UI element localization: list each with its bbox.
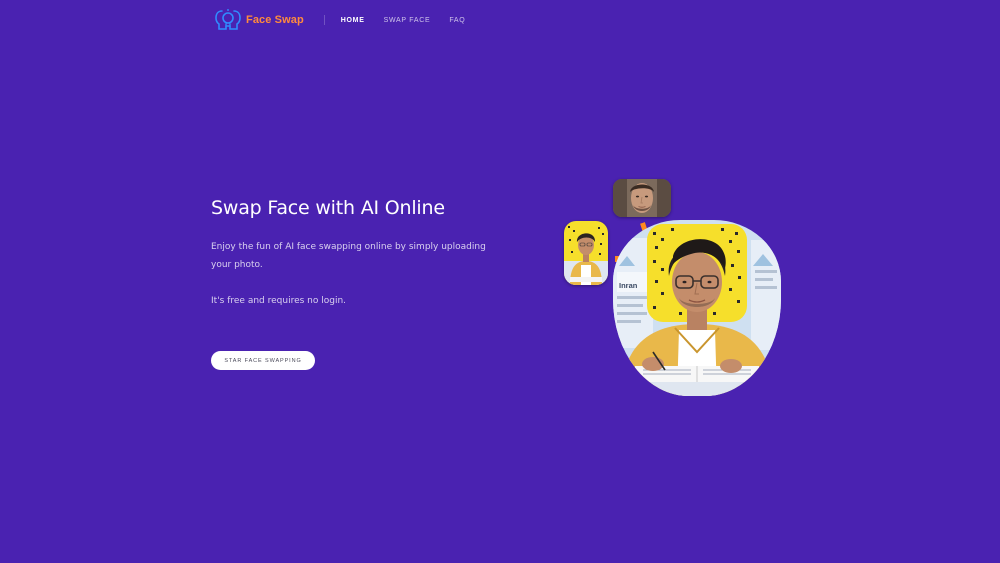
nav-link-faq[interactable]: FAQ (449, 17, 465, 24)
start-face-swapping-button[interactable]: STAR FACE SWAPPING (211, 351, 315, 370)
target-image-thumbnail (564, 221, 608, 285)
hero-note: It's free and requires no login. (211, 296, 347, 306)
hero-description: Enjoy the fun of AI face swapping online… (211, 242, 486, 270)
brand-logo-link[interactable]: Face Swap (214, 8, 304, 32)
source-face-image (613, 179, 671, 217)
face-swap-illustration: Inran (560, 176, 790, 401)
top-navigation: Face Swap HOME SWAP FACE FAQ (214, 8, 465, 32)
screen-label: Inran (619, 281, 638, 290)
nav-link-swap-face[interactable]: SWAP FACE (384, 17, 431, 24)
nav-link-home[interactable]: HOME (341, 17, 365, 24)
brand-name: Face Swap (246, 14, 304, 26)
swapped-result-image: Inran (613, 220, 781, 396)
nav-divider (323, 15, 325, 25)
brain-face-icon (214, 8, 242, 32)
hero-title: Swap Face with AI Online (211, 197, 445, 219)
nav-links: HOME SWAP FACE FAQ (341, 17, 466, 24)
